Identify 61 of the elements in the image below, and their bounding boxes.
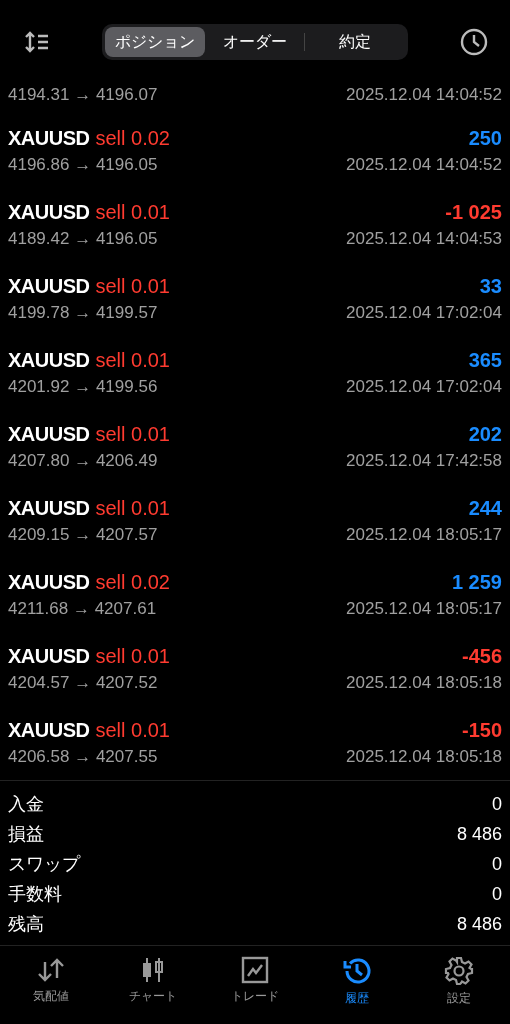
deal-time: 2025.12.04 14:04:53 (346, 229, 502, 249)
price-range: 4209.15 → 4207.57 (8, 525, 158, 545)
candlestick-icon (141, 956, 165, 984)
summary-value: 0 (492, 793, 502, 815)
summary-value: 8 486 (456, 913, 502, 935)
deal-title: XAUUSD sell 0.01 (8, 275, 170, 298)
deal-title: XAUUSD sell 0.01 (8, 719, 170, 742)
summary-value: 8 486 (456, 823, 502, 845)
nav-tab[interactable]: 設定 (414, 956, 504, 1007)
deal-title: XAUUSD sell 0.01 (8, 201, 170, 224)
nav-tab[interactable]: チャート (108, 956, 198, 1007)
nav-tab[interactable]: 気配値 (6, 956, 96, 1007)
deal-time: 2025.12.04 17:02:04 (346, 303, 502, 323)
deal-time: 2025.12.04 17:42:58 (346, 451, 502, 471)
summary-label: 手数料 (8, 883, 62, 906)
deal-title: XAUUSD sell 0.01 (8, 497, 170, 520)
price-range: 4196.86 → 4196.05 (8, 155, 158, 175)
segment-tab[interactable]: ポジション (105, 27, 205, 57)
profit-value: 365 (468, 349, 502, 372)
profit-value: 202 (468, 423, 502, 446)
price-range: 4206.58 → 4207.55 (8, 747, 158, 767)
chart-icon (241, 956, 269, 984)
segment-tab[interactable]: 約定 (305, 27, 405, 57)
summary-label: スワップ (8, 853, 80, 876)
history-icon (342, 956, 372, 986)
deal-time: 2025.12.04 17:02:04 (346, 377, 502, 397)
deal-time: 2025.12.04 18:05:18 (346, 673, 502, 693)
segment-tab[interactable]: オーダー (204, 27, 305, 57)
deal-title: XAUUSD sell 0.02 (8, 127, 170, 150)
price-range: 4194.31 → 4196.07 (8, 85, 158, 105)
price-range: 4207.80 → 4206.49 (8, 451, 158, 471)
deal-time: 2025.12.04 18:05:17 (346, 525, 502, 545)
summary-label: 入金 (8, 793, 44, 816)
deal-time: 2025.12.04 18:05:18 (346, 747, 502, 767)
profit-value: 244 (468, 497, 502, 520)
profit-value: 1 259 (451, 571, 502, 594)
arrows-icon (36, 956, 66, 984)
nav-tab[interactable]: トレード (210, 956, 300, 1007)
price-range: 4211.68 → 4207.61 (8, 599, 157, 619)
profit-value: 33 (479, 275, 502, 298)
summary-value: 0 (492, 853, 502, 875)
deal-time: 2025.12.04 18:05:17 (346, 599, 502, 619)
summary-label: 損益 (8, 823, 44, 846)
price-range: 4189.42 → 4196.05 (8, 229, 158, 249)
settings-icon (444, 956, 474, 986)
summary-label: 残高 (8, 913, 44, 936)
price-range: 4201.92 → 4199.56 (8, 377, 158, 397)
summary-value: 0 (492, 883, 502, 905)
deal-title: XAUUSD sell 0.01 (8, 349, 170, 372)
price-range: 4199.78 → 4199.57 (8, 303, 158, 323)
deal-title: XAUUSD sell 0.02 (8, 571, 170, 594)
deal-time: 2025.12.04 14:04:52 (346, 155, 502, 175)
profit-value: 250 (468, 127, 502, 150)
profit-value: -456 (461, 645, 502, 668)
profit-value: -1 025 (445, 201, 502, 224)
deal-title: XAUUSD sell 0.01 (8, 645, 170, 668)
deal-time: 2025.12.04 14:04:52 (346, 85, 502, 105)
nav-tab[interactable]: 履歴 (312, 956, 402, 1007)
price-range: 4204.57 → 4207.52 (8, 673, 158, 693)
profit-value: -150 (461, 719, 502, 742)
deal-title: XAUUSD sell 0.01 (8, 423, 170, 446)
